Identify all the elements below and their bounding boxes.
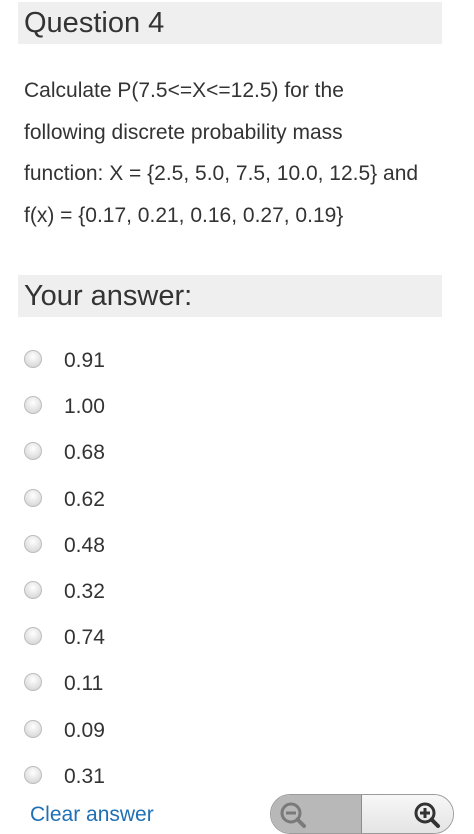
radio-button[interactable] <box>24 627 42 646</box>
question-line-1: Calculate P(7.5<=X<=12.5) for the <box>24 79 344 102</box>
zoom-out-icon <box>280 802 306 828</box>
radio-button[interactable] <box>24 488 42 507</box>
option-label: 0.74 <box>64 626 105 650</box>
radio-button[interactable] <box>24 350 42 368</box>
answer-option[interactable]: 0.62 <box>0 478 474 524</box>
option-label: 0.31 <box>64 764 105 788</box>
option-label: 0.91 <box>64 349 105 372</box>
option-label: 0.62 <box>64 487 105 511</box>
option-label: 1.00 <box>64 395 105 419</box>
answer-option[interactable]: 0.09 <box>0 709 474 755</box>
radio-button[interactable] <box>24 580 42 599</box>
zoom-out-button[interactable] <box>271 795 362 833</box>
radio-button[interactable] <box>24 442 42 461</box>
option-label: 0.11 <box>64 672 104 696</box>
answer-option[interactable]: 0.11 <box>0 662 474 708</box>
zoom-in-button[interactable] <box>362 795 453 833</box>
answer-option[interactable]: 0.91 <box>0 339 474 385</box>
answer-option[interactable]: 0.48 <box>0 524 474 570</box>
option-label: 0.48 <box>64 533 105 557</box>
zoom-control <box>270 794 454 834</box>
answer-option[interactable]: 1.00 <box>0 385 474 431</box>
radio-button[interactable] <box>24 534 42 553</box>
question-line-3: function: X = {2.5, 5.0, 7.5, 10.0, 12.5… <box>24 162 419 185</box>
radio-button[interactable] <box>24 719 42 738</box>
question-line-2: following discrete probability mass <box>24 120 343 144</box>
answer-header: Your answer: <box>18 275 442 317</box>
answer-option[interactable]: 0.68 <box>0 431 474 477</box>
question-title: Question 4 <box>24 6 165 39</box>
answer-option[interactable]: 0.32 <box>0 570 474 616</box>
question-text: Calculate P(7.5<=X<=12.5) for the follow… <box>24 70 454 236</box>
option-label: 0.32 <box>64 579 105 603</box>
clear-answer-link[interactable]: Clear answer <box>30 803 154 827</box>
radio-button[interactable] <box>24 673 42 692</box>
radio-button[interactable] <box>24 396 42 415</box>
zoom-in-icon <box>414 802 440 828</box>
answer-options: 0.91 1.00 0.68 0.62 0.48 0.32 0.74 0.11 … <box>0 339 474 801</box>
option-label: 0.68 <box>64 441 105 465</box>
answer-title: Your answer: <box>24 279 193 312</box>
option-label: 0.09 <box>64 718 105 742</box>
question-line-4: f(x) = {0.17, 0.21, 0.16, 0.27, 0.19} <box>24 203 344 227</box>
question-header: Question 4 <box>18 2 442 44</box>
radio-button[interactable] <box>24 765 42 784</box>
answer-option[interactable]: 0.74 <box>0 616 474 662</box>
